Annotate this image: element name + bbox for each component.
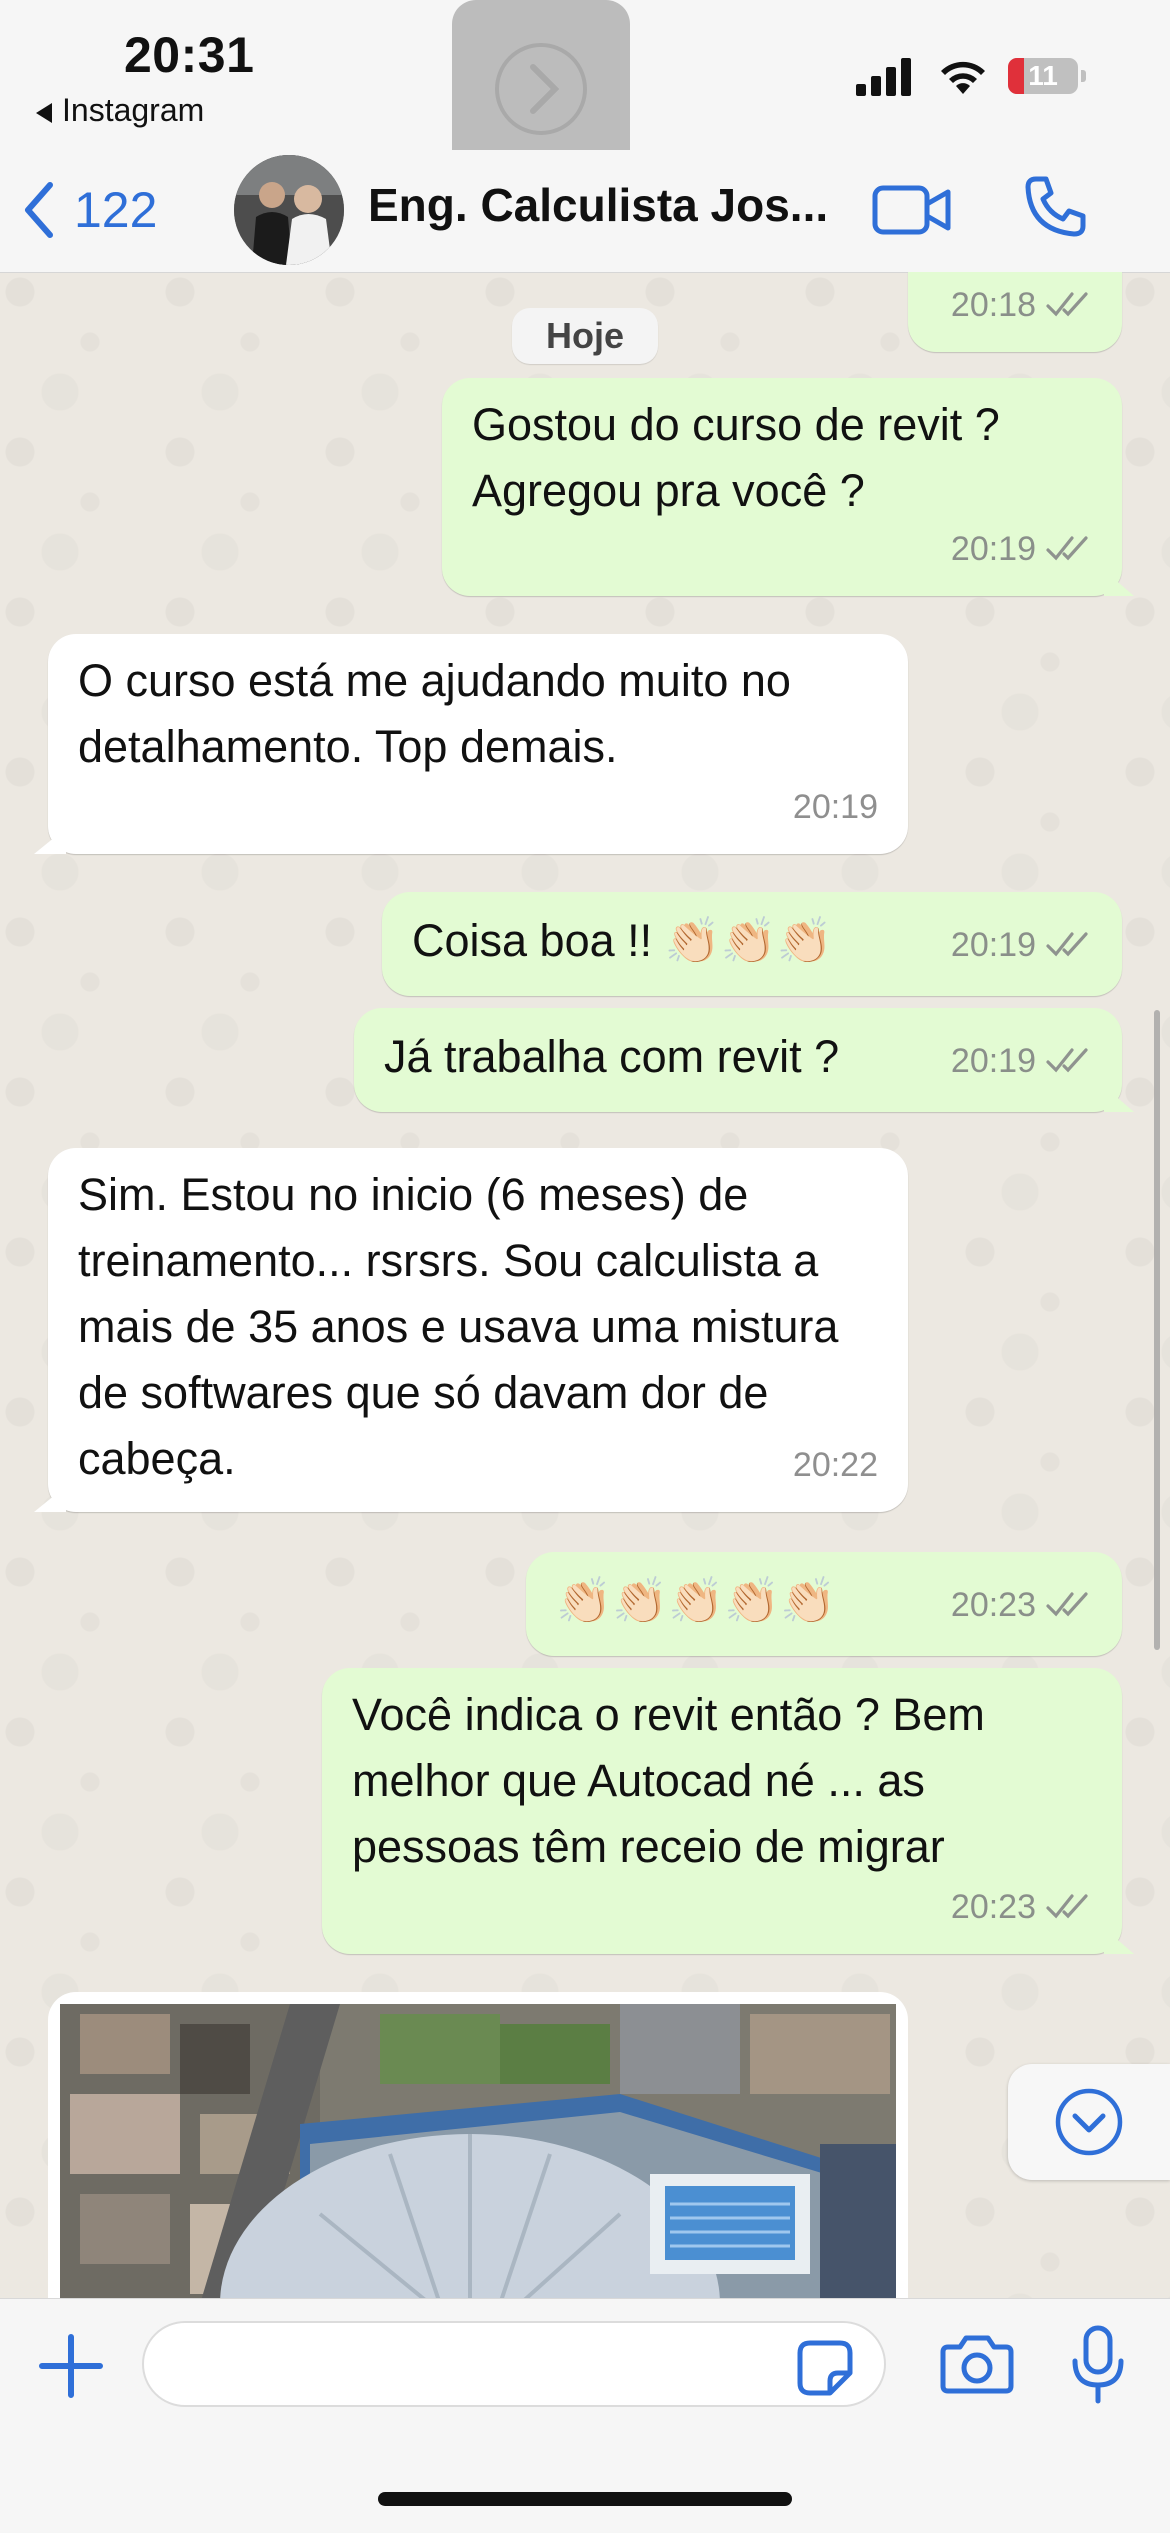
scrollbar[interactable] <box>1154 1010 1160 1650</box>
bubble-tail <box>1104 570 1134 596</box>
message-text: Você indica o revit então ? Bem melhor q… <box>352 1689 985 1872</box>
message-time: 20:19 <box>950 926 1036 964</box>
aerial-photo <box>60 2004 896 2298</box>
message-time: 20:18 <box>950 286 1036 324</box>
message-time: 20:19 <box>950 1042 1036 1080</box>
back-button[interactable]: 122 <box>22 180 157 240</box>
message-input[interactable] <box>142 2321 886 2407</box>
video-camera-icon[interactable] <box>872 180 952 240</box>
microphone-icon[interactable] <box>1070 2325 1126 2405</box>
double-check-icon <box>1046 1048 1088 1073</box>
contact-avatar[interactable] <box>234 155 344 265</box>
bubble-tail <box>1104 1928 1134 1954</box>
message-time: 20:19 <box>950 530 1036 568</box>
message-bubble[interactable]: 20:18 <box>908 272 1122 352</box>
camera-icon[interactable] <box>940 2333 1014 2395</box>
phone-icon[interactable] <box>1022 174 1088 240</box>
message-bubble[interactable]: Sim. Estou no inicio (6 meses) de treina… <box>34 1148 908 1512</box>
plus-icon[interactable] <box>36 2331 106 2401</box>
message-bubble[interactable]: O curso está me ajudando muito no detalh… <box>34 634 908 854</box>
message-bubble[interactable]: Gostou do curso de revit ? Agregou pra v… <box>442 378 1134 596</box>
avatar-photo <box>234 155 344 265</box>
chevron-right-icon <box>495 43 587 135</box>
message-meta: 20:19 <box>951 912 1092 978</box>
message-meta: 20:22 <box>793 1432 878 1498</box>
wifi-icon <box>941 61 985 94</box>
battery-level: 11 <box>1028 60 1058 91</box>
message-time: 20:23 <box>950 1586 1036 1624</box>
back-app-label: Instagram <box>62 92 205 128</box>
chevron-left-icon <box>25 182 53 238</box>
back-triangle-icon <box>36 102 52 123</box>
message-meta: 20:19 <box>951 1028 1092 1094</box>
double-check-icon <box>1046 536 1088 561</box>
battery-indicator: 11 <box>1008 58 1086 94</box>
unread-count: 122 <box>74 182 158 238</box>
message-bubble[interactable]: Você indica o revit então ? Bem melhor q… <box>322 1668 1134 1954</box>
double-check-icon <box>1046 1894 1088 1919</box>
message-text: O curso está me ajudando muito no detalh… <box>78 655 791 772</box>
back-to-app-link[interactable]: Instagram <box>36 92 204 129</box>
message-bubble[interactable]: Já trabalha com revit ? 20:19 <box>354 1008 1134 1112</box>
double-check-icon <box>1046 932 1088 957</box>
double-check-icon <box>1046 1592 1088 1617</box>
day-separator: Hoje <box>512 308 658 364</box>
status-time: 20:31 <box>124 27 255 83</box>
message-bubble[interactable]: Coisa boa !! 👏🏻👏🏻👏🏻 20:19 <box>382 892 1122 996</box>
message-meta: 20:23 <box>951 1874 1092 1940</box>
message-time: 20:22 <box>792 1446 878 1484</box>
bubble-tail <box>34 1486 66 1512</box>
message-meta: 20:19 <box>793 774 878 840</box>
message-bubble[interactable]: 👏🏻👏🏻👏🏻👏🏻👏🏻 20:23 <box>526 1552 1122 1656</box>
double-check-icon <box>1046 292 1088 317</box>
message-text: Sim. Estou no inicio (6 meses) de treina… <box>78 1169 839 1484</box>
chevron-down-circle-icon <box>1055 2088 1123 2156</box>
message-meta: 20:19 <box>951 516 1092 582</box>
contact-name[interactable]: Eng. Calculista Jos... <box>368 178 848 232</box>
message-meta: 20:18 <box>951 272 1092 338</box>
sticker-icon[interactable] <box>796 2339 854 2397</box>
message-time: 20:23 <box>950 1888 1036 1926</box>
bubble-tail <box>34 828 66 854</box>
photo-message[interactable] <box>48 1992 908 2298</box>
chat-header: 122 Eng. Calculista Jos... <box>0 150 1170 273</box>
message-meta: 20:23 <box>951 1572 1092 1638</box>
home-indicator[interactable] <box>378 2492 792 2506</box>
bubble-tail <box>1104 1086 1134 1112</box>
scroll-to-bottom-button[interactable] <box>1008 2064 1170 2180</box>
message-text: Gostou do curso de revit ? Agregou pra v… <box>472 399 1000 516</box>
message-time: 20:19 <box>792 788 878 826</box>
signal-icon <box>856 58 911 96</box>
